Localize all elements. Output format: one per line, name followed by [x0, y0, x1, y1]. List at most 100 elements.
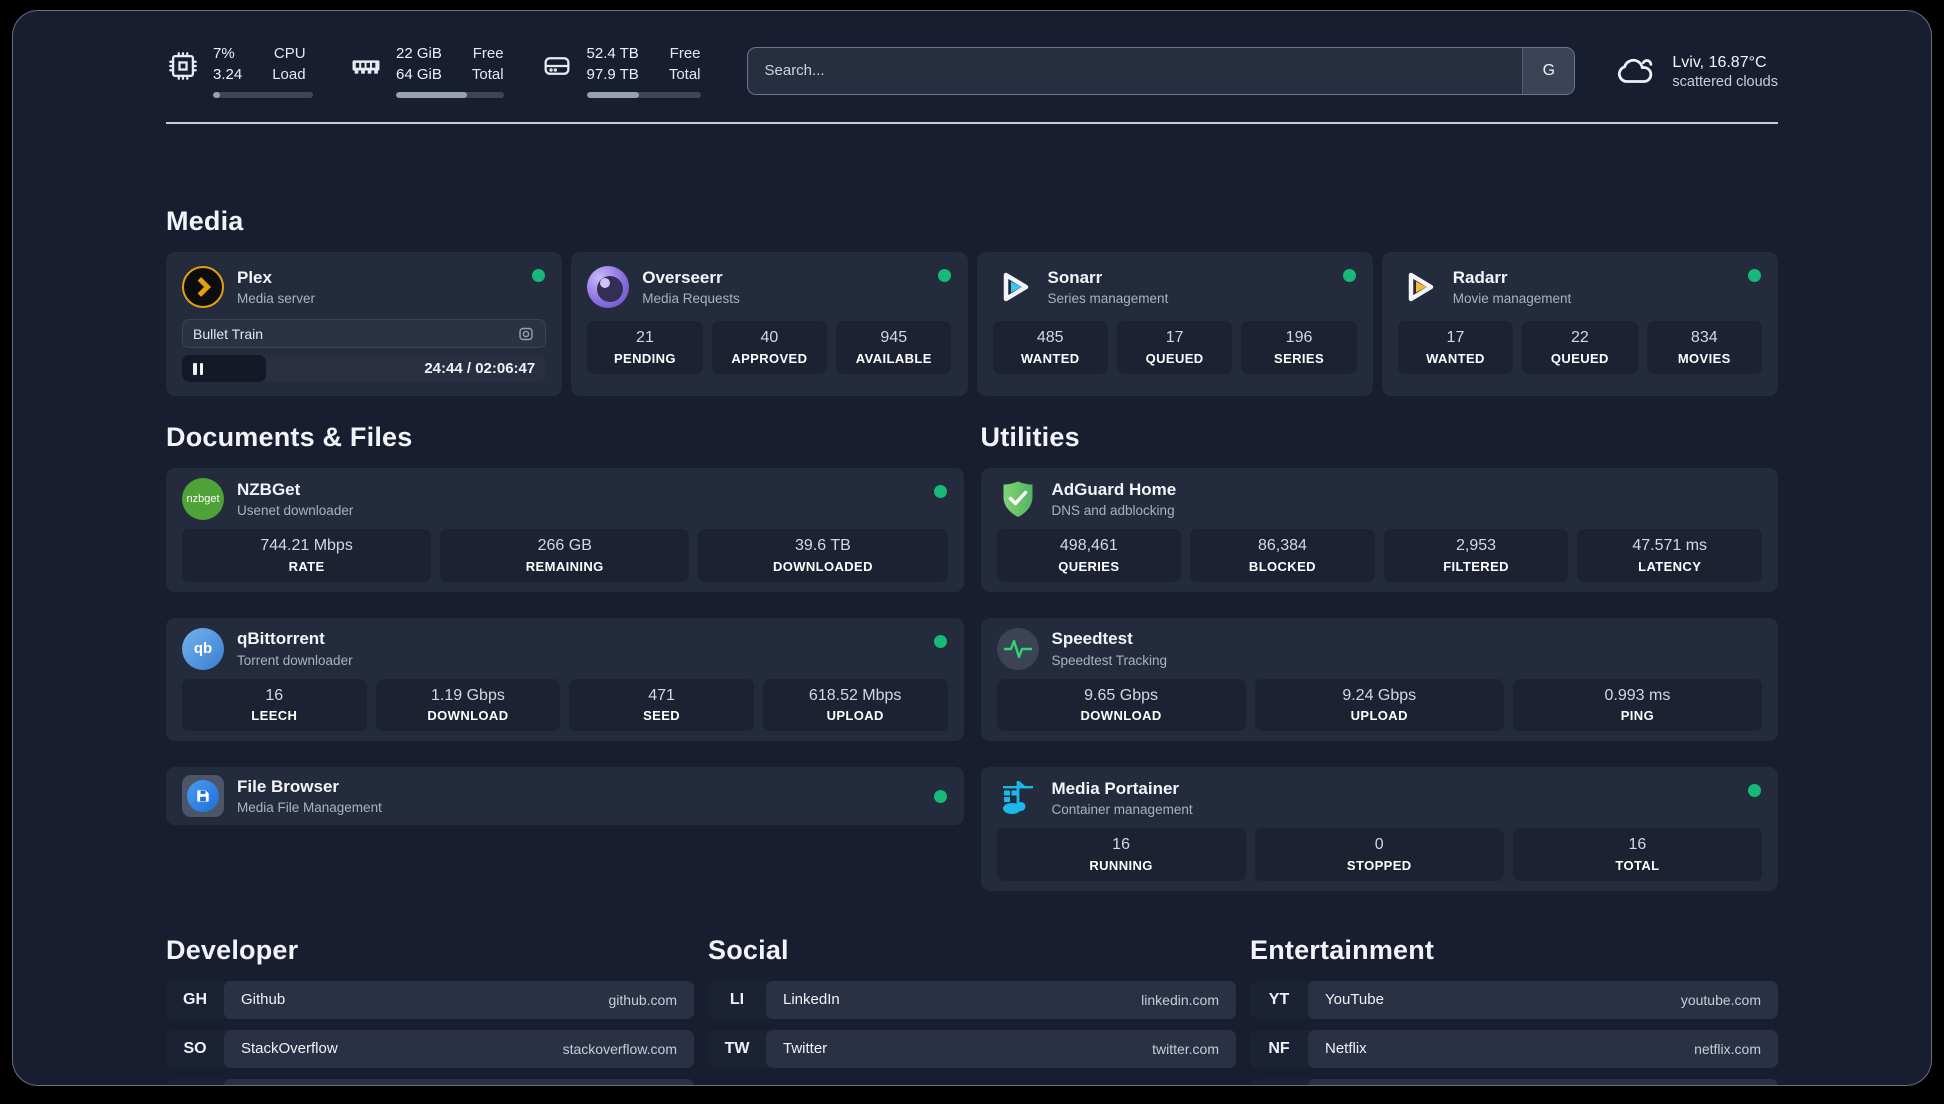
- stat-box: 16 LEECH: [182, 678, 367, 732]
- overseerr-status-dot: [937, 269, 951, 282]
- bookmark-abbr: DT: [166, 1079, 224, 1085]
- adguard-subtitle: DNS and adblocking: [1051, 503, 1175, 519]
- bookmark-name: Netflix: [1325, 1040, 1367, 1058]
- bookmark-name: StackOverflow: [241, 1040, 338, 1058]
- adguard-card[interactable]: AdGuard Home DNS and adblocking 498,461 …: [980, 468, 1778, 592]
- bookmark-reddit[interactable]: RE Reddit reddit.com: [1250, 1078, 1778, 1085]
- filebrowser-icon: [182, 775, 224, 818]
- social-section-title: Social: [708, 934, 789, 965]
- overseerr-card[interactable]: Overseerr Media Requests 21 PENDING 40 A…: [571, 252, 968, 396]
- radarr-icon: [1398, 266, 1440, 308]
- disk-free-value: 52.4 TB: [586, 45, 639, 62]
- bookmark-url: youtube.com: [1680, 991, 1761, 1008]
- qbittorrent-card[interactable]: qb qBittorrent Torrent downloader 16 LEE…: [166, 617, 964, 742]
- documents-section: Documents & Files nzbget NZBGet Usenet d…: [166, 422, 964, 891]
- filebrowser-title: File Browser: [237, 776, 340, 796]
- speedtest-subtitle: Speedtest Tracking: [1051, 652, 1168, 668]
- nzbget-subtitle: Usenet downloader: [237, 503, 354, 519]
- bookmark-dev[interactable]: DT DEV dev.to: [166, 1078, 694, 1085]
- stat-box: 16 RUNNING: [996, 828, 1246, 881]
- bookmark-url: twitter.com: [1152, 1040, 1219, 1057]
- utilities-section-title: Utilities: [980, 422, 1080, 452]
- portainer-icon: [997, 777, 1039, 819]
- stat-box: 744.21 Mbps RATE: [182, 529, 432, 582]
- bookmark-name: Github: [241, 991, 286, 1009]
- stat-box: 17 WANTED: [1397, 321, 1514, 374]
- memory-total-label: Total: [471, 66, 504, 83]
- bookmark-github[interactable]: GH Github github.com: [166, 980, 694, 1019]
- bookmark-linkedin[interactable]: LI LinkedIn linkedin.com: [708, 980, 1236, 1019]
- filebrowser-card[interactable]: File Browser Media File Management: [166, 767, 964, 826]
- bookmark-url: linkedin.com: [1141, 991, 1219, 1008]
- nzbget-status-dot: [933, 485, 947, 498]
- stat-box: 471 SEED: [569, 678, 754, 732]
- search-bar: G: [746, 46, 1576, 95]
- disk-stat: 52.4 TB 97.9 TB Free Total: [540, 43, 701, 98]
- media-section-title: Media: [166, 206, 244, 236]
- playback-time: 24:44 / 02:06:47: [424, 360, 536, 377]
- search-input[interactable]: [747, 47, 1523, 94]
- media-section: Media Plex Media server Bullet Train 24:…: [166, 206, 1778, 396]
- bookmark-url: github.com: [608, 991, 677, 1008]
- disk-icon: [544, 57, 570, 75]
- stat-box: 9.65 Gbps DOWNLOAD: [996, 678, 1246, 732]
- header-divider: [166, 122, 1778, 124]
- bookmark-twitter[interactable]: TW Twitter twitter.com: [708, 1029, 1236, 1068]
- radarr-card[interactable]: Radarr Movie management 17 WANTED 22 QUE…: [1381, 252, 1778, 396]
- cpu-load-value: 3.24: [213, 66, 243, 83]
- plex-card[interactable]: Plex Media server Bullet Train 24:44 / 0…: [166, 252, 563, 396]
- top-bar: 7% 3.24 CPU Load 22 GiB 64 GiB Free Tota…: [166, 11, 1778, 98]
- bookmark-stackoverflow[interactable]: SO StackOverflow stackoverflow.com: [166, 1029, 694, 1068]
- memory-total-value: 64 GiB: [396, 66, 442, 83]
- bookmark-youtube[interactable]: YT YouTube youtube.com: [1250, 980, 1778, 1019]
- qbittorrent-status-dot: [933, 634, 947, 648]
- developer-section: Developer GH Github github.com SO StackO…: [166, 935, 694, 1085]
- stat-box: 485 WANTED: [992, 321, 1108, 374]
- stat-box: 266 GB REMAINING: [440, 529, 690, 582]
- bookmark-abbr: YT: [1268, 990, 1290, 1008]
- stat-box: 22 QUEUED: [1522, 321, 1638, 374]
- bookmark-abbr: GH: [183, 990, 207, 1008]
- radarr-title: Radarr: [1452, 267, 1508, 287]
- stat-box: 86,384 BLOCKED: [1190, 529, 1375, 582]
- sonarr-card[interactable]: Sonarr Series management 485 WANTED 17 Q…: [976, 252, 1373, 396]
- memory-free-label: Free: [472, 45, 504, 62]
- entertainment-section: Entertainment YT YouTube youtube.com NF …: [1250, 934, 1778, 1085]
- memory-icon: [352, 60, 380, 74]
- bookmark-url: stackoverflow.com: [562, 1040, 677, 1057]
- nzbget-title: NZBGet: [237, 479, 301, 499]
- stat-box: 39.6 TB DOWNLOADED: [698, 529, 948, 582]
- stat-box: 40 APPROVED: [711, 321, 828, 374]
- memory-stat: 22 GiB 64 GiB Free Total: [349, 43, 504, 98]
- portainer-card[interactable]: Media Portainer Container management 16 …: [980, 767, 1778, 891]
- now-playing-title: Bullet Train: [193, 325, 264, 342]
- stat-box: 196 SERIES: [1241, 321, 1357, 374]
- entertainment-section-title: Entertainment: [1250, 934, 1435, 965]
- stat-box: 834 MOVIES: [1646, 321, 1762, 374]
- bookmark-url: netflix.com: [1694, 1040, 1761, 1057]
- qbittorrent-icon: qb: [182, 627, 224, 670]
- pause-button[interactable]: [182, 355, 266, 382]
- plex-icon: [182, 266, 224, 308]
- speedtest-title: Speedtest: [1051, 629, 1133, 649]
- speedtest-icon: [996, 627, 1039, 670]
- stat-box: 0 STOPPED: [1254, 828, 1504, 881]
- search-engine-button[interactable]: G: [1522, 47, 1575, 94]
- pause-icon: [193, 362, 197, 375]
- bookmark-abbr: TW: [724, 1039, 750, 1057]
- plex-subtitle: Media server: [237, 291, 316, 307]
- overseerr-subtitle: Media Requests: [642, 291, 740, 307]
- social-section: Social LI LinkedIn linkedin.com TW Twitt…: [708, 934, 1236, 1085]
- stat-box: 0.993 ms PING: [1512, 678, 1762, 732]
- stat-box: 17 QUEUED: [1116, 321, 1233, 374]
- stat-box: 9.24 Gbps UPLOAD: [1254, 678, 1504, 732]
- portainer-subtitle: Container management: [1051, 802, 1193, 818]
- overseerr-title: Overseerr: [642, 267, 723, 287]
- sonarr-title: Sonarr: [1047, 267, 1103, 287]
- playback-progress-bar[interactable]: 24:44 / 02:06:47: [182, 355, 546, 382]
- nzbget-card[interactable]: nzbget NZBGet Usenet downloader 744.21 M…: [166, 468, 964, 592]
- bookmark-netflix[interactable]: NF Netflix netflix.com: [1250, 1029, 1778, 1068]
- cpu-usage-value: 7%: [213, 45, 235, 62]
- stat-box: 945 AVAILABLE: [836, 321, 952, 374]
- speedtest-card[interactable]: Speedtest Speedtest Tracking 9.65 Gbps D…: [980, 617, 1778, 742]
